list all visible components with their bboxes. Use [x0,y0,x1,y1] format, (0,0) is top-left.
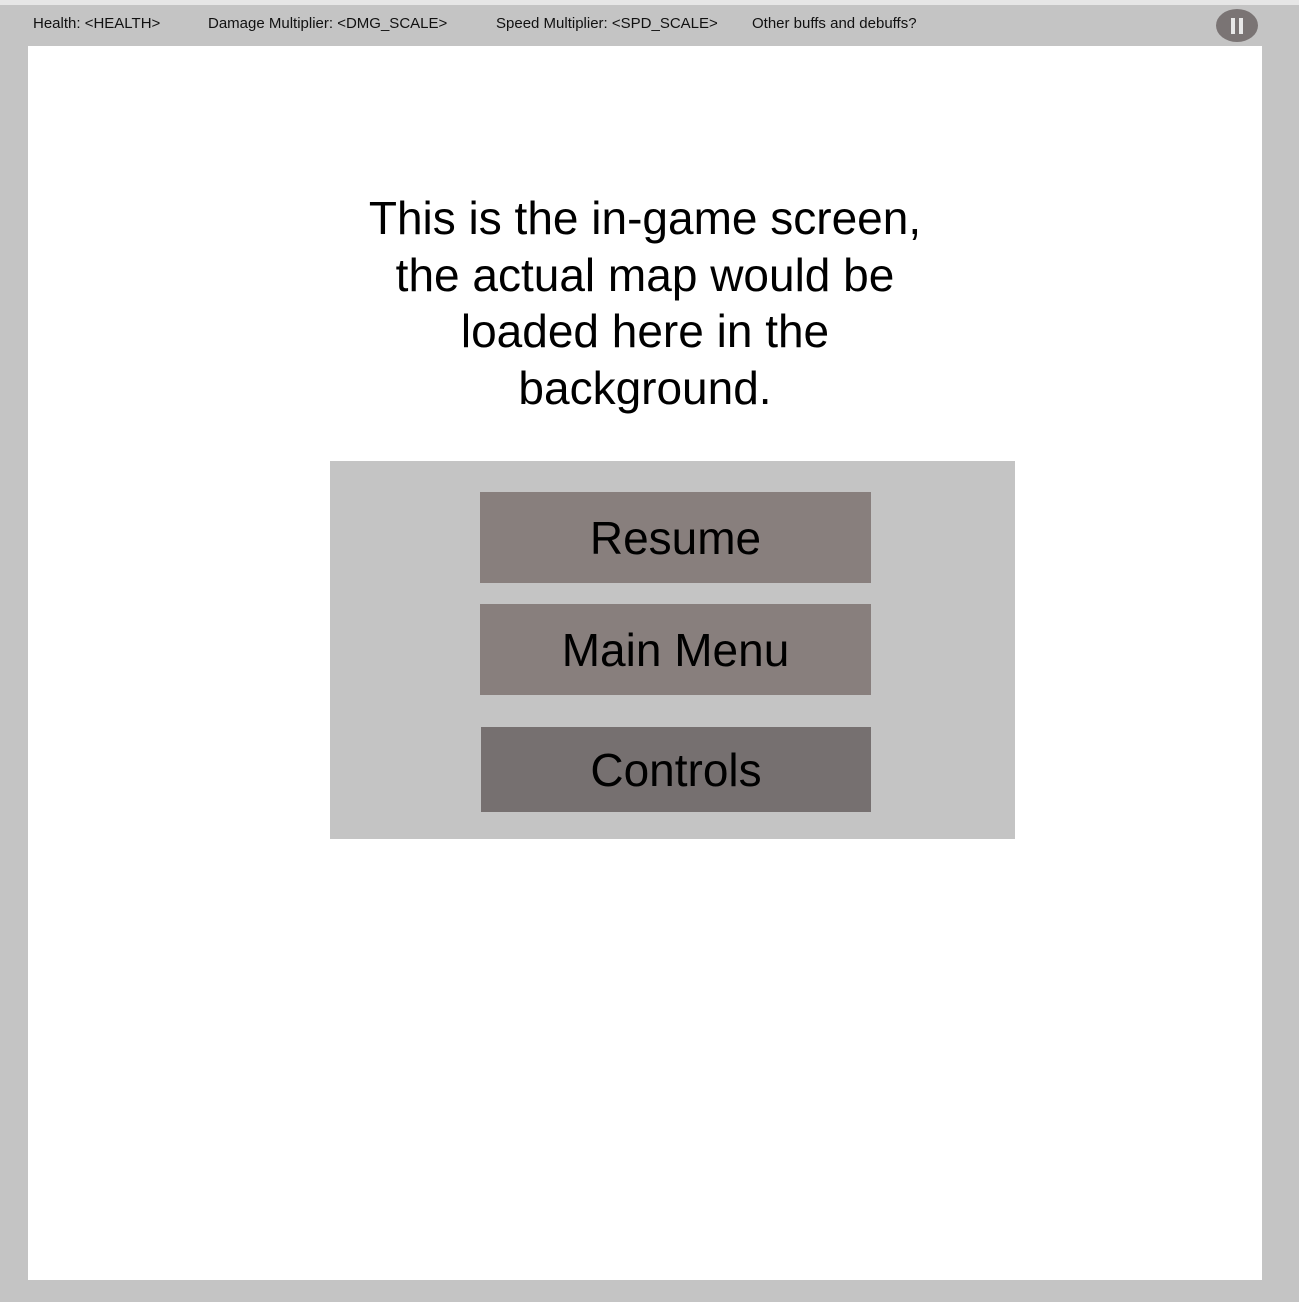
health-readout: Health: <HEALTH> [33,15,161,32]
placeholder-line: This is the in-game screen, [368,192,922,244]
pause-icon-bar-left [1231,18,1235,34]
placeholder-line: background. [518,361,772,414]
pause-icon-bar-right [1239,18,1243,34]
hud-bar: Health: <HEALTH> Damage Multiplier: <DMG… [0,5,1299,46]
placeholder-line: the actual map would be [395,248,895,301]
pause-menu-panel: Resume Main Menu Controls [330,461,1015,839]
controls-button[interactable]: Controls [481,727,871,812]
speed-multiplier-readout: Speed Multiplier: <SPD_SCALE> [496,15,718,32]
pause-button[interactable] [1216,9,1258,42]
main-menu-button[interactable]: Main Menu [480,604,871,695]
damage-multiplier-readout: Damage Multiplier: <DMG_SCALE> [208,15,448,32]
placeholder-message: This is the in-game screen, the actual m… [28,190,1262,416]
other-effects-readout: Other buffs and debuffs? [752,15,917,32]
game-area: This is the in-game screen, the actual m… [28,46,1262,1280]
placeholder-line: loaded here in the [460,305,830,357]
resume-button[interactable]: Resume [480,492,871,583]
